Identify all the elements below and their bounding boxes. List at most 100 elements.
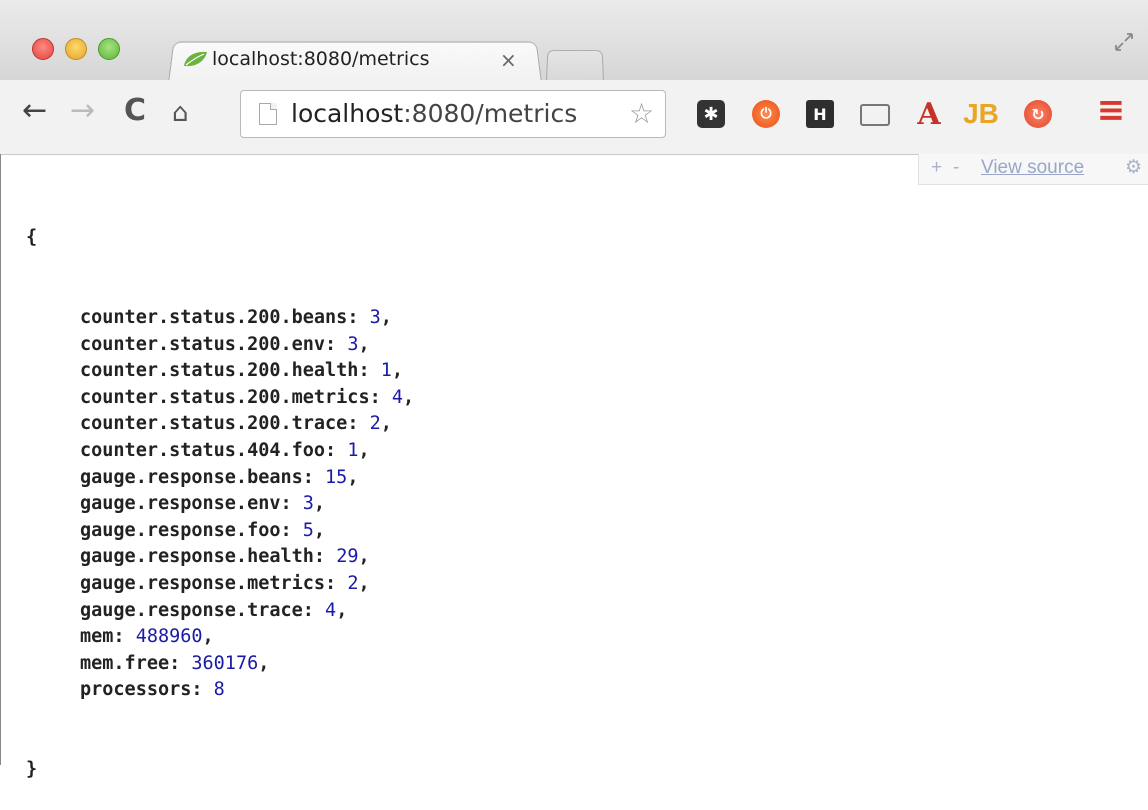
json-comma: ,	[258, 652, 270, 674]
json-colon: :	[369, 386, 392, 408]
json-open-brace: {	[26, 227, 38, 249]
power-extension-icon[interactable]: ⏻	[752, 100, 780, 128]
json-colon: :	[325, 333, 348, 355]
json-key: mem	[80, 626, 114, 648]
json-comma: ,	[358, 572, 370, 594]
json-value: 5	[302, 519, 314, 541]
view-source-link[interactable]: View source	[981, 157, 1084, 179]
spring-leaf-icon	[184, 51, 207, 67]
json-key: gauge.response.foo	[80, 519, 281, 541]
jb-extension-icon[interactable]: JB	[962, 98, 1000, 129]
json-colon: :	[325, 572, 348, 594]
json-key: gauge.response.health	[80, 546, 314, 568]
json-entry: gauge.response.health: 29,	[26, 544, 414, 571]
json-comma: ,	[202, 626, 214, 648]
json-entry: gauge.response.trace: 4,	[26, 598, 414, 625]
json-value: 2	[369, 413, 381, 435]
json-comma: ,	[380, 306, 392, 328]
forward-arrow-icon[interactable]: →	[70, 96, 95, 126]
json-value: 1	[380, 360, 392, 382]
json-colon: :	[113, 626, 136, 648]
json-comma: ,	[391, 360, 404, 382]
json-entry: counter.status.200.metrics: 4,	[26, 385, 414, 412]
new-tab-button[interactable]	[546, 49, 604, 81]
json-key: processors	[80, 679, 192, 701]
tab-close-icon[interactable]: ×	[500, 48, 517, 72]
json-entry: mem.free: 360176,	[26, 651, 414, 678]
json-comma: ,	[403, 386, 415, 408]
json-value: 4	[325, 599, 337, 621]
json-document: { counter.status.200.beans: 3, counter.st…	[26, 172, 414, 810]
json-entry: gauge.response.foo: 5,	[26, 518, 414, 545]
gear-icon[interactable]: ⚙	[1125, 156, 1142, 179]
json-entry: counter.status.404.foo: 1,	[26, 438, 414, 465]
zoom-window-button[interactable]	[98, 38, 120, 60]
json-colon: :	[358, 360, 381, 382]
json-entry: gauge.response.beans: 15,	[26, 465, 414, 492]
json-value: 3	[302, 493, 314, 515]
json-key: gauge.response.env	[80, 493, 281, 515]
collapse-all-button[interactable]: -	[953, 157, 959, 179]
address-bar[interactable]: localhost:8080/metrics ☆	[240, 90, 666, 138]
json-key: gauge.response.metrics	[80, 572, 326, 594]
a-extension-icon[interactable]: A	[914, 97, 944, 132]
json-value: 488960	[135, 626, 203, 648]
h-extension-icon[interactable]: H	[806, 100, 834, 128]
json-comma: ,	[347, 466, 359, 488]
minimize-window-button[interactable]	[65, 38, 87, 60]
json-key: counter.status.200.beans	[80, 306, 348, 328]
json-value: 360176	[191, 652, 259, 674]
json-comma: ,	[358, 333, 370, 355]
url-text[interactable]: localhost:8080/metrics	[291, 99, 577, 128]
json-key: counter.status.200.trace	[80, 413, 348, 435]
page-left-border	[0, 154, 1, 765]
json-value: 15	[325, 466, 348, 488]
json-entry: counter.status.200.health: 1,	[26, 358, 414, 385]
json-comma: ,	[358, 439, 370, 461]
json-entry: gauge.response.env: 3,	[26, 491, 414, 518]
json-colon: :	[347, 306, 370, 328]
back-arrow-icon[interactable]: ←	[22, 96, 47, 126]
json-key: counter.status.404.foo	[80, 439, 326, 461]
json-comma: ,	[313, 493, 326, 515]
json-colon: :	[191, 679, 214, 701]
expand-all-button[interactable]: +	[931, 157, 942, 179]
json-colon: :	[313, 546, 337, 568]
json-colon: :	[302, 599, 326, 621]
json-value: 3	[369, 306, 381, 328]
json-colon: :	[347, 413, 370, 435]
refresh-extension-icon[interactable]: ↻	[1024, 100, 1052, 128]
json-value: 3	[347, 333, 359, 355]
fullscreen-icon[interactable]	[1112, 30, 1136, 54]
json-colon: :	[302, 466, 326, 488]
json-entry: counter.status.200.beans: 3,	[26, 305, 414, 332]
json-entries: counter.status.200.beans: 3, counter.stat…	[26, 305, 414, 704]
json-entry: counter.status.200.env: 3,	[26, 332, 414, 359]
json-colon: :	[169, 652, 192, 674]
cast-icon[interactable]	[860, 104, 890, 126]
tab-title: localhost:8080/metrics	[212, 48, 430, 70]
json-entry: counter.status.200.trace: 2,	[26, 411, 414, 438]
json-comma: ,	[336, 599, 348, 621]
json-colon: :	[280, 519, 303, 541]
json-comma: ,	[313, 519, 326, 541]
json-key: counter.status.200.env	[80, 333, 326, 355]
active-tab-content[interactable]: localhost:8080/metrics ×	[168, 40, 540, 80]
json-comma: ,	[380, 413, 392, 435]
json-entry: mem: 488960,	[26, 624, 414, 651]
json-entry: gauge.response.metrics: 2,	[26, 571, 414, 598]
page-icon	[259, 103, 277, 125]
json-key: mem.free	[80, 652, 170, 674]
json-colon: :	[280, 493, 303, 515]
reload-icon[interactable]: C	[124, 96, 146, 126]
json-value: 1	[347, 439, 359, 461]
bookmark-star-icon[interactable]: ☆	[629, 97, 654, 130]
json-key: counter.status.200.health	[80, 360, 359, 382]
url-host: localhost	[291, 99, 404, 128]
json-value: 8	[213, 679, 225, 701]
menu-icon[interactable]: ≡	[1094, 90, 1128, 130]
home-icon[interactable]: ⌂	[172, 100, 189, 126]
close-window-button[interactable]	[32, 38, 54, 60]
asterisk-extension-icon[interactable]: ✱	[697, 100, 725, 128]
json-close-brace: }	[26, 759, 38, 781]
